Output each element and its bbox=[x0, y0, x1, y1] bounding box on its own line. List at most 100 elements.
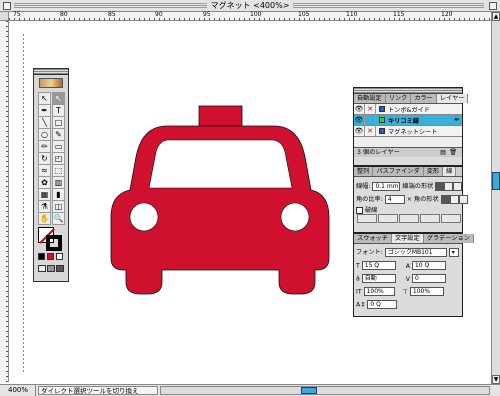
lock-icon[interactable]: ✕ bbox=[365, 103, 376, 115]
vertical-scrollbar[interactable]: ▲ ▼ bbox=[491, 12, 500, 384]
layer-name[interactable]: トンボ&ガイド bbox=[388, 105, 462, 114]
square-cap-button[interactable] bbox=[453, 181, 463, 191]
tab-stroke[interactable]: 線 bbox=[443, 167, 457, 176]
kerning-icon: V bbox=[405, 275, 410, 283]
zoom-tool-icon[interactable]: 🔍 bbox=[52, 212, 65, 225]
miter-join-button[interactable] bbox=[440, 194, 450, 204]
ruler-label: 95 bbox=[203, 11, 211, 18]
trash-icon[interactable]: 🗑 bbox=[449, 148, 457, 157]
ruler-origin[interactable] bbox=[0, 12, 9, 21]
horizontal-ruler[interactable]: 75 80 85 90 95 100 105 110 115 120 bbox=[9, 11, 491, 21]
kerning-input[interactable]: 0 bbox=[411, 274, 446, 283]
eye-icon[interactable]: 👁 bbox=[354, 103, 365, 115]
butt-cap-button[interactable] bbox=[435, 181, 445, 191]
layers-panel-tabs[interactable]: 自動設定 リンク カラー レイヤー bbox=[354, 94, 469, 104]
tab-transform[interactable]: 変形 bbox=[423, 167, 444, 176]
layers-panel[interactable]: 自動設定 リンク カラー レイヤー 👁 ✕ トンボ&ガイド 👁 キリコミ線 ✒ … bbox=[353, 87, 469, 166]
eye-icon[interactable]: 👁 bbox=[354, 125, 365, 137]
zoom-level-field[interactable]: 400% bbox=[0, 385, 36, 396]
vertical-scale-input[interactable]: 100% bbox=[363, 287, 395, 296]
zoom-box[interactable] bbox=[489, 2, 497, 10]
round-cap-button[interactable] bbox=[444, 181, 454, 191]
layer-row-selected[interactable]: 👁 キリコミ線 ✒ bbox=[354, 114, 462, 126]
round-join-button[interactable] bbox=[449, 194, 459, 204]
dash-field[interactable] bbox=[357, 214, 377, 223]
tracking-input[interactable]: 自動 bbox=[361, 274, 396, 283]
scroll-up-arrow[interactable]: ▲ bbox=[492, 12, 500, 21]
join-label: × 角の形状 bbox=[406, 196, 439, 203]
ruler-label: 100 bbox=[250, 11, 262, 18]
font-size-icon: T bbox=[356, 262, 360, 270]
baseline-shift-icon: A↕ bbox=[356, 301, 366, 309]
stroke-panel[interactable]: 整列 パスファインダ 変形 線 線幅: 0.1 mm 線端の形状 角の比率: 4… bbox=[353, 166, 468, 233]
tab-pathfinder[interactable]: パスファインダ bbox=[373, 167, 424, 176]
font-label: フォント: bbox=[356, 249, 383, 256]
ruler-label: 105 bbox=[298, 11, 310, 18]
new-layer-icon[interactable]: ▤ bbox=[440, 148, 446, 157]
miter-limit-input[interactable]: 4 bbox=[384, 194, 405, 204]
horizontal-scale-icon: ⊤ bbox=[402, 288, 408, 296]
ruler-label: 120 bbox=[441, 11, 453, 18]
layer-name[interactable]: キリコミ線 bbox=[388, 116, 454, 125]
taxi-windshield bbox=[148, 139, 293, 189]
dash-checkbox[interactable] bbox=[356, 206, 363, 214]
tab-links[interactable]: リンク bbox=[385, 94, 412, 103]
gap-field[interactable] bbox=[378, 214, 398, 223]
character-panel-tabs[interactable]: スウォッチ 文字設定 グラデーション bbox=[354, 234, 474, 244]
gradient-mode-icon[interactable] bbox=[47, 253, 54, 260]
layers-footer: 3 個のレイヤー ▤ 🗑 bbox=[354, 147, 462, 157]
baseline-shift-input[interactable]: 0 Q bbox=[367, 300, 398, 309]
hand-tool-icon[interactable]: ✋ bbox=[38, 212, 51, 225]
fill-stroke-swatches[interactable] bbox=[38, 227, 64, 251]
standard-screen-icon[interactable] bbox=[38, 265, 46, 272]
status-bar: 400% ダイレクト選択ツールを切り換え bbox=[0, 384, 500, 396]
tab-swatches[interactable]: スウォッチ bbox=[354, 234, 392, 243]
scroll-down-arrow[interactable]: ▼ bbox=[492, 375, 500, 384]
lock-icon[interactable]: ✕ bbox=[365, 125, 376, 137]
horizontal-scrollbar[interactable] bbox=[160, 386, 490, 395]
status-hint-field[interactable]: ダイレクト選択ツールを切り換え bbox=[38, 386, 158, 395]
character-panel[interactable]: スウォッチ 文字設定 グラデーション フォント: ゴシックMB101 ▾ T 1… bbox=[353, 233, 474, 317]
none-mode-icon[interactable] bbox=[56, 253, 63, 260]
tab-character[interactable]: 文字設定 bbox=[391, 234, 424, 243]
leading-icon: A bbox=[405, 262, 410, 270]
color-mode-icon[interactable] bbox=[38, 253, 45, 260]
tab-gradient[interactable]: グラデーション bbox=[423, 234, 474, 243]
font-size-input[interactable]: 15 Q bbox=[361, 261, 396, 270]
leading-input[interactable]: 10 Q bbox=[411, 261, 446, 270]
ruler-label: 80 bbox=[60, 11, 68, 18]
tab-layers[interactable]: レイヤー bbox=[436, 94, 469, 103]
app-logo-icon[interactable] bbox=[39, 78, 63, 88]
layer-row[interactable]: 👁 ✕ トンボ&ガイド bbox=[354, 103, 462, 115]
toolbox-panel[interactable]: ↖ ↖ ✒ T ╲ □ ○ ✎ ✏ ▭ ↻ ◰ ≈ ⬚ ✿ ▥ ▦ ▮ ⚗ ◫ ✋ 🔍 bbox=[33, 68, 69, 282]
dash-field[interactable] bbox=[441, 214, 461, 223]
taxi-headlight-right bbox=[280, 202, 310, 232]
dash-field[interactable] bbox=[399, 214, 419, 223]
vertical-scale-icon: IT bbox=[356, 288, 362, 296]
horizontal-scroll-thumb[interactable] bbox=[301, 387, 317, 394]
layers-empty-area bbox=[354, 137, 462, 147]
tab-color[interactable]: カラー bbox=[411, 94, 437, 103]
toolbox-title-bar[interactable] bbox=[34, 69, 68, 75]
close-box[interactable] bbox=[3, 2, 11, 10]
horizontal-scale-input[interactable]: 100% bbox=[409, 287, 444, 296]
stroke-swatch[interactable] bbox=[46, 235, 62, 251]
vertical-scroll-thumb[interactable] bbox=[492, 172, 500, 190]
vertical-ruler[interactable] bbox=[0, 21, 9, 382]
full-screen-menu-icon[interactable] bbox=[47, 265, 55, 272]
layer-count: 3 個のレイヤー bbox=[357, 149, 400, 156]
tab-auto-settings[interactable]: 自動設定 bbox=[354, 94, 386, 103]
stroke-panel-tabs[interactable]: 整列 パスファインダ 変形 線 bbox=[354, 167, 462, 177]
layer-name[interactable]: マグネットシート bbox=[388, 127, 462, 136]
window-title: マグネット <400%> bbox=[206, 1, 294, 10]
layer-row[interactable]: 👁 ✕ マグネットシート bbox=[354, 125, 462, 137]
font-style-dropdown[interactable]: ▾ bbox=[448, 247, 459, 257]
font-family-dropdown[interactable]: ゴシックMB101 bbox=[384, 247, 447, 257]
gap-field[interactable] bbox=[420, 214, 440, 223]
eye-icon[interactable]: 👁 bbox=[354, 114, 365, 126]
tab-align[interactable]: 整列 bbox=[354, 167, 374, 176]
full-screen-icon[interactable] bbox=[56, 265, 64, 272]
lock-icon[interactable] bbox=[365, 114, 376, 126]
bevel-join-button[interactable] bbox=[458, 194, 468, 204]
stroke-weight-input[interactable]: 0.1 mm bbox=[372, 181, 401, 191]
